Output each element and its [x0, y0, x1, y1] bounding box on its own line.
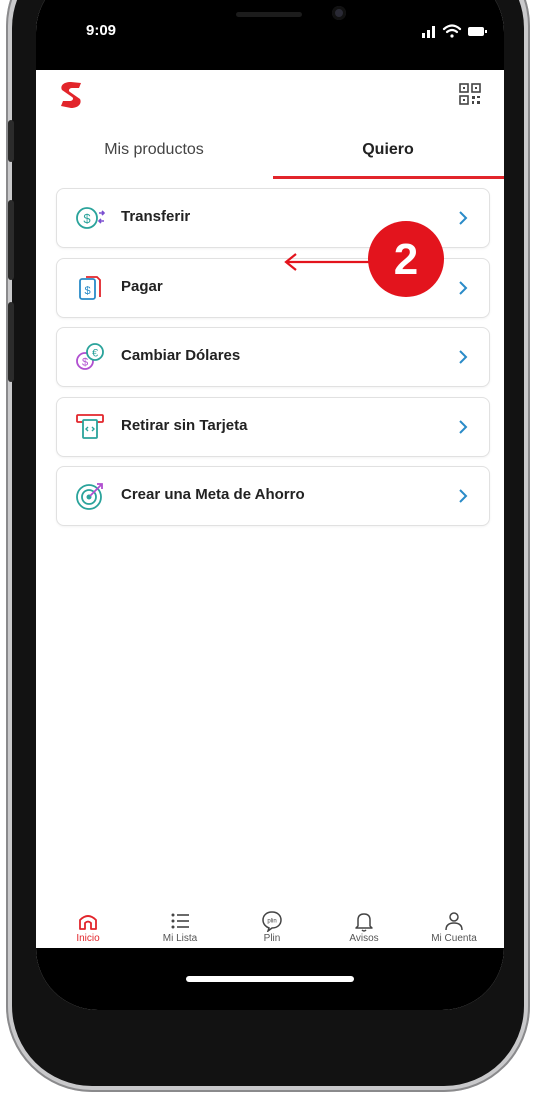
chevron-right-icon [459, 350, 468, 364]
list-item-crear-meta-ahorro[interactable]: Crear una Meta de Ahorro [56, 466, 490, 526]
svg-text:$: $ [82, 357, 88, 369]
list-item-label: Retirar sin Tarjeta [121, 417, 248, 434]
bottom-nav: Inicio Mi Lista plin Plin Avisos Mi Cuen… [36, 910, 504, 950]
currency-exchange-icon: $ € [76, 343, 104, 370]
svg-text:$: $ [83, 211, 91, 226]
phone-screen: 9:09 Mis productos Quiero $ Transferir $… [36, 0, 504, 1010]
tab-quiero[interactable]: Quiero [272, 122, 504, 178]
status-time: 9:09 [86, 22, 117, 39]
list-item-cambiar-dolares[interactable]: $ € Cambiar Dólares [56, 327, 490, 387]
active-tab-indicator [273, 176, 504, 179]
chevron-right-icon [459, 420, 468, 434]
list-item-retirar-sin-tarjeta[interactable]: Retirar sin Tarjeta [56, 397, 490, 457]
nav-label: Inicio [76, 933, 100, 944]
svg-text:$: $ [84, 285, 90, 297]
list-item-label: Pagar [121, 278, 163, 295]
home-icon [79, 915, 97, 930]
battery-icon [468, 27, 487, 36]
mute-switch [8, 120, 14, 162]
list-icon [171, 913, 189, 929]
list-item-label: Cambiar Dólares [121, 347, 241, 364]
qr-code-icon[interactable] [458, 82, 482, 106]
nav-mi-cuenta[interactable]: Mi Cuenta [414, 910, 494, 950]
tabs: Mis productos Quiero [36, 122, 504, 180]
nav-label: Mi Cuenta [431, 933, 477, 944]
app-header [36, 70, 504, 122]
atm-withdraw-icon [76, 414, 104, 439]
bank-logo-icon [61, 82, 81, 108]
pay-document-icon: $ [79, 276, 101, 300]
step-number-badge: 2 [368, 221, 444, 297]
volume-down-button [8, 302, 14, 382]
nav-label: Avisos [349, 933, 379, 944]
volume-up-button [8, 200, 14, 280]
nav-avisos[interactable]: Avisos [324, 910, 404, 950]
nav-mi-lista[interactable]: Mi Lista [140, 910, 220, 950]
user-icon [445, 912, 463, 931]
front-camera [332, 6, 346, 20]
chevron-right-icon [459, 281, 468, 295]
signal-icon [422, 26, 435, 38]
svg-text:€: € [92, 348, 98, 360]
home-indicator[interactable] [186, 976, 354, 982]
chevron-right-icon [459, 489, 468, 503]
target-goal-icon [76, 483, 103, 510]
wifi-icon [442, 24, 462, 38]
nav-inicio[interactable]: Inicio [48, 910, 128, 950]
nav-plin[interactable]: plin Plin [232, 910, 312, 950]
nav-label: Mi Lista [162, 933, 198, 944]
nav-label: Plin [263, 933, 281, 944]
speaker [236, 12, 302, 17]
plin-icon: plin [262, 911, 282, 932]
chevron-right-icon [459, 211, 468, 225]
transfer-dollar-icon: $ [76, 207, 105, 229]
svg-text:plin: plin [267, 919, 276, 925]
status-icons [422, 24, 487, 38]
notch [134, 0, 404, 44]
tab-mis-productos[interactable]: Mis productos [36, 122, 272, 178]
list-item-label: Transferir [121, 208, 191, 225]
bell-icon [355, 913, 373, 932]
list-item-label: Crear una Meta de Ahorro [121, 486, 305, 503]
